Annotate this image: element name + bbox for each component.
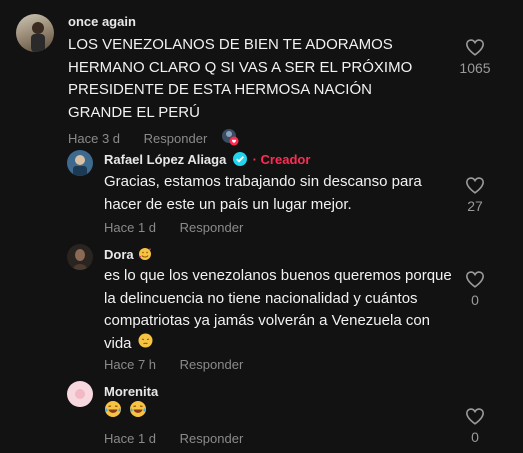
like-count: 0 (471, 429, 479, 445)
heart-outline-icon (465, 177, 485, 194)
comment-meta: Hace 1 d Responder (104, 220, 243, 235)
creator-username[interactable]: Rafael López Aliaga (104, 152, 226, 167)
comment-text: LOS VENEZOLANOS DE BIEN TE ADORAMOS HERM… (68, 36, 413, 121)
smiling-face-with-hearts-icon (138, 247, 152, 264)
creator-badge: · Creador (252, 152, 311, 167)
like-button[interactable]: 27 (453, 176, 497, 214)
like-count: 27 (467, 198, 483, 214)
comment-username[interactable]: once again (68, 14, 136, 29)
like-count: 1065 (459, 60, 491, 76)
avatar[interactable] (16, 14, 54, 52)
tears-of-joy-face-icon (129, 400, 147, 426)
comment-time: Hace 3 d (68, 131, 121, 146)
heart-outline-icon (465, 271, 485, 288)
comment-time: Hace 7 h (104, 357, 157, 372)
comment-meta: Hace 3 d Responder (68, 125, 239, 146)
like-button[interactable]: 0 (453, 407, 497, 445)
comment-username: Rafael López Aliaga · Creador (104, 152, 310, 169)
comment-meta: Hace 7 h Responder (104, 357, 243, 372)
reply-button[interactable]: Responder (180, 220, 244, 235)
comment-text: es lo que los venezolanos buenos queremo… (104, 265, 454, 355)
reply-button[interactable]: Responder (180, 431, 244, 446)
avatar[interactable] (67, 244, 93, 270)
comment-text-content: es lo que los venezolanos buenos queremo… (104, 267, 452, 352)
like-count: 0 (471, 292, 479, 308)
comment-username-label[interactable]: Dora (104, 247, 134, 262)
avatar[interactable] (67, 150, 93, 176)
like-button[interactable]: 1065 (453, 38, 497, 76)
comment-text: Gracias, estamos trabajando sin descanso… (104, 173, 422, 213)
verified-check-icon (232, 152, 247, 169)
heart-outline-icon (465, 408, 485, 425)
comment-time: Hace 1 d (104, 220, 157, 235)
heart-outline-icon (465, 39, 485, 56)
comment-time: Hace 1 d (104, 431, 157, 446)
reply-button[interactable]: Responder (180, 357, 244, 372)
liked-by-creator-icon (221, 128, 239, 149)
like-button[interactable]: 0 (453, 270, 497, 308)
reply-button[interactable]: Responder (144, 131, 208, 146)
creator-badge-label: Creador (260, 152, 311, 167)
comment-username[interactable]: Morenita (104, 384, 158, 399)
tears-of-joy-face-icon (104, 400, 122, 426)
pensive-face-icon (138, 333, 153, 356)
comment-username: Dora (104, 247, 152, 264)
avatar[interactable] (67, 381, 93, 407)
comment-meta: Hace 1 d Responder (104, 431, 243, 446)
comment-text (104, 400, 404, 426)
